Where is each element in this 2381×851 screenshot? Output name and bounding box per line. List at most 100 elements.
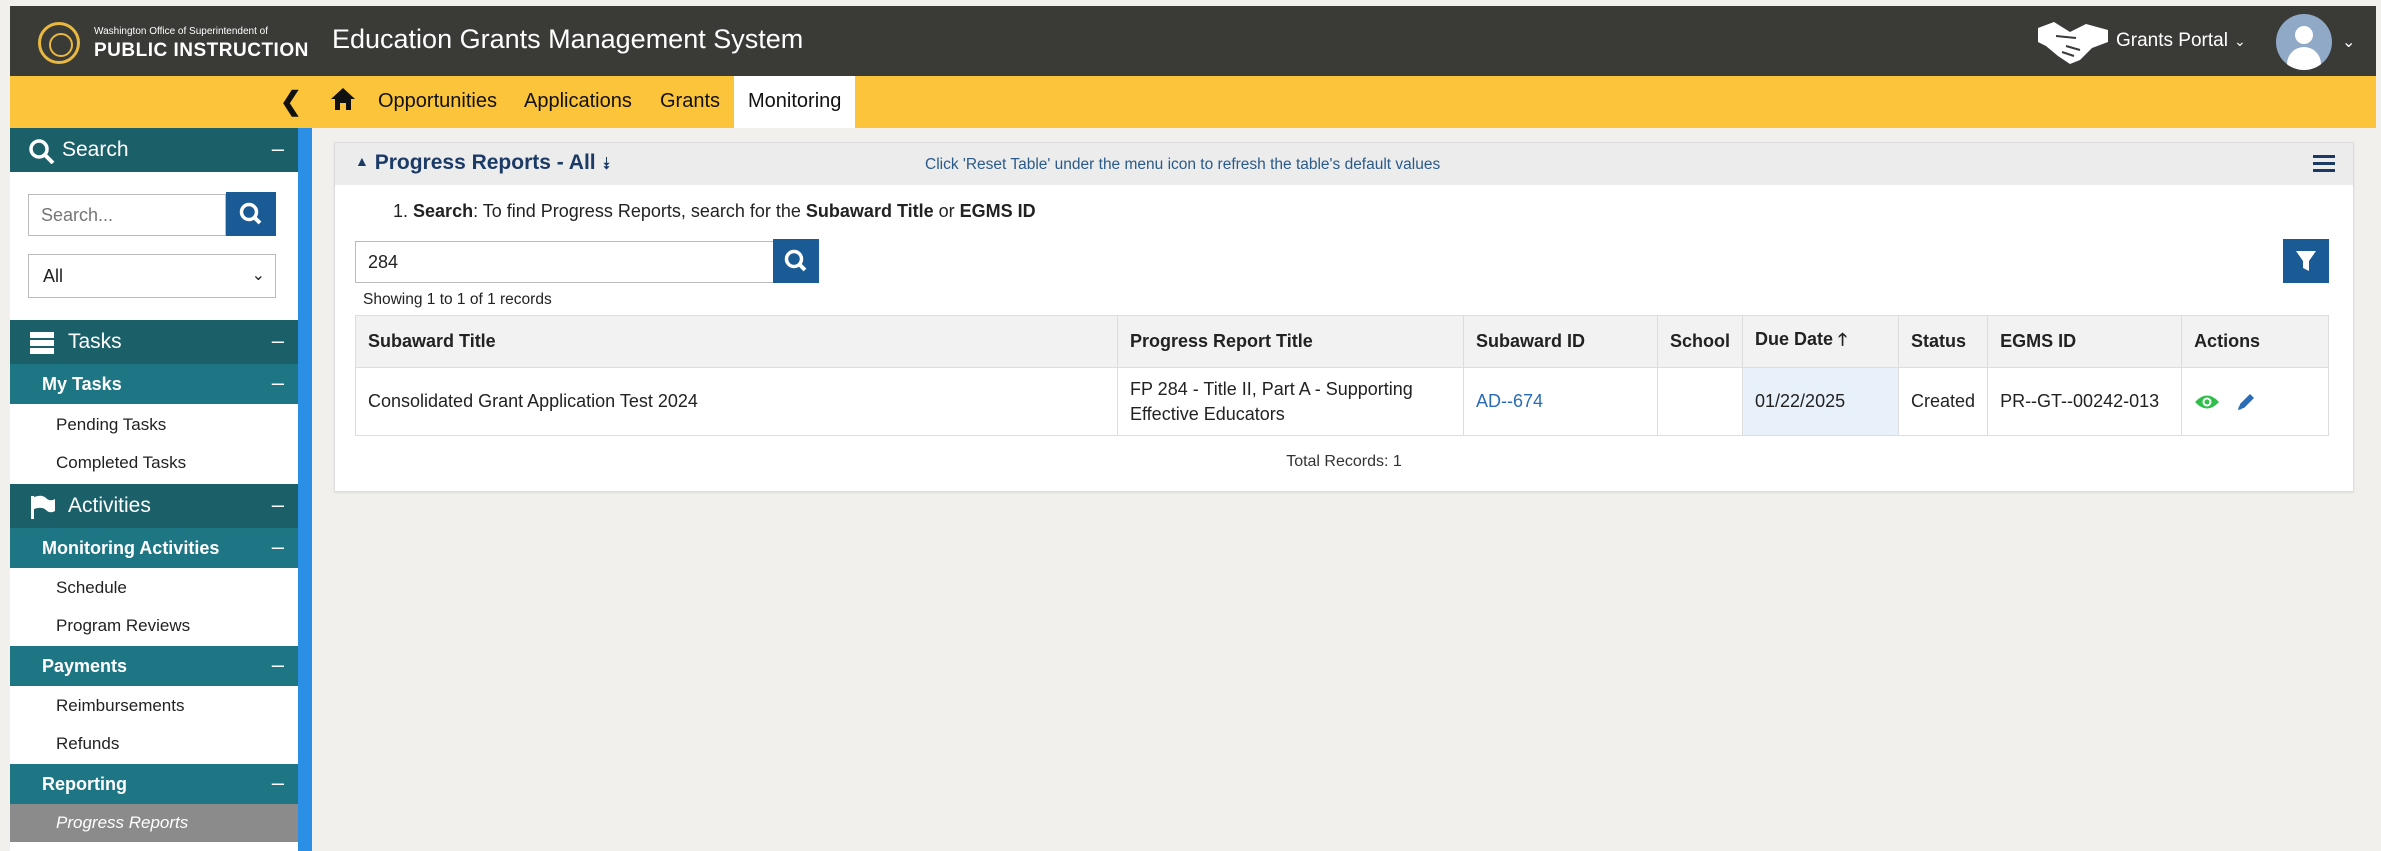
select-value: All bbox=[43, 266, 64, 286]
collapse-section-icon[interactable]: – bbox=[272, 136, 284, 162]
nav-applications[interactable]: Applications bbox=[524, 90, 632, 113]
col-subaward-title[interactable]: Subaward Title bbox=[355, 315, 1118, 368]
col-subaward-id[interactable]: Subaward ID bbox=[1463, 315, 1658, 368]
instruction-search-word: Search bbox=[413, 201, 474, 221]
sidebar-group-reporting[interactable]: Reporting – bbox=[10, 764, 298, 804]
portal-label: Grants Portal bbox=[2116, 30, 2228, 51]
grants-portal-menu[interactable]: Grants Portal ⌄ bbox=[2116, 30, 2246, 52]
sun-logo-icon bbox=[38, 22, 80, 64]
top-header: Washington Office of Superintendent of P… bbox=[10, 6, 2376, 76]
sidebar-item-program-reviews[interactable]: Program Reviews bbox=[56, 616, 190, 636]
sidebar-item-completed-tasks[interactable]: Completed Tasks bbox=[56, 453, 186, 473]
search-icon bbox=[29, 139, 55, 164]
caret-up-icon: ▲ bbox=[355, 153, 369, 169]
table-search-button[interactable] bbox=[773, 239, 819, 283]
cell-actions bbox=[2181, 367, 2329, 436]
sidebar-item-schedule[interactable]: Schedule bbox=[56, 578, 127, 598]
col-actions: Actions bbox=[2181, 315, 2329, 368]
cell-status: Created bbox=[1898, 367, 1989, 436]
sidebar-scope-select[interactable]: All ⌄ bbox=[28, 254, 276, 298]
sidebar-search-button[interactable] bbox=[226, 192, 276, 236]
eye-icon[interactable] bbox=[2194, 393, 2220, 411]
col-status[interactable]: Status bbox=[1898, 315, 1989, 368]
ospi-logo[interactable]: Washington Office of Superintendent of P… bbox=[26, 16, 316, 66]
total-records: Total Records: 1 bbox=[1286, 453, 1402, 470]
sidebar-group-monitoring-activities[interactable]: Monitoring Activities – bbox=[10, 528, 298, 568]
panel-title[interactable]: ▲ Progress Reports - All ⯯ bbox=[355, 151, 612, 175]
section-label: Search bbox=[62, 138, 129, 161]
nav-monitoring[interactable]: Monitoring bbox=[734, 76, 856, 128]
org-big-text: PUBLIC INSTRUCTION bbox=[94, 40, 309, 61]
instruction-or: or bbox=[938, 201, 955, 221]
user-icon-head bbox=[2295, 26, 2313, 44]
hamburger-menu-icon[interactable] bbox=[2313, 155, 2335, 173]
progress-reports-panel: ▲ Progress Reports - All ⯯ Click 'Reset … bbox=[334, 142, 2354, 492]
section-label: Activities bbox=[68, 494, 151, 517]
sidebar-group-payments[interactable]: Payments – bbox=[10, 646, 298, 686]
group-label: Monitoring Activities bbox=[42, 538, 220, 558]
user-avatar[interactable] bbox=[2276, 14, 2332, 70]
sidebar-search-input[interactable] bbox=[28, 194, 226, 236]
sidebar-group-my-tasks[interactable]: My Tasks – bbox=[10, 364, 298, 404]
search-instruction: 1. Search: To find Progress Reports, sea… bbox=[393, 201, 1036, 222]
collapse-section-icon[interactable]: – bbox=[272, 328, 284, 354]
group-label: Reporting bbox=[42, 774, 127, 794]
progress-reports-table: Subaward Title Progress Report Title Sub… bbox=[355, 315, 2329, 436]
cell-progress-report-title: FP 284 - Title II, Part A - Supporting E… bbox=[1117, 367, 1464, 436]
org-small-text: Washington Office of Superintendent of bbox=[94, 26, 268, 37]
collapse-group-icon[interactable]: – bbox=[272, 652, 284, 678]
nav-grants[interactable]: Grants bbox=[660, 90, 720, 113]
panel-header: ▲ Progress Reports - All ⯯ Click 'Reset … bbox=[335, 143, 2353, 185]
main-nav: ❮ Opportunities Applications Grants Moni… bbox=[10, 76, 2376, 128]
search-icon bbox=[784, 249, 807, 272]
nav-opportunities[interactable]: Opportunities bbox=[378, 90, 497, 113]
table-header-row: Subaward Title Progress Report Title Sub… bbox=[355, 315, 2329, 368]
cell-subaward-id: AD--674 bbox=[1463, 367, 1658, 436]
sidebar-section-tasks[interactable]: Tasks – bbox=[10, 320, 298, 364]
group-label: My Tasks bbox=[42, 374, 122, 394]
collapse-sidebar-icon[interactable]: ❮ bbox=[280, 86, 302, 117]
cell-due-date: 01/22/2025 bbox=[1742, 367, 1900, 436]
user-icon-body bbox=[2287, 47, 2321, 70]
sidebar: Search – All ⌄ Tasks – My Tasks – Pendin… bbox=[10, 128, 298, 851]
sidebar-section-activities[interactable]: Activities – bbox=[10, 484, 298, 528]
table-search-input[interactable] bbox=[355, 241, 775, 283]
sidebar-item-reimbursements[interactable]: Reimbursements bbox=[56, 696, 185, 716]
report-title-line2: Effective Educators bbox=[1130, 403, 1285, 424]
user-menu-chevron-icon[interactable]: ⌄ bbox=[2342, 32, 2355, 52]
records-count: Showing 1 to 1 of 1 records bbox=[363, 291, 552, 308]
sidebar-item-refunds[interactable]: Refunds bbox=[56, 734, 119, 754]
app-title: Education Grants Management System bbox=[332, 24, 804, 54]
cell-egms-id: PR--GT--00242-013 bbox=[1987, 367, 2183, 436]
sidebar-section-search[interactable]: Search – bbox=[10, 128, 298, 172]
sidebar-divider bbox=[298, 128, 312, 851]
instruction-term-subaward-title: Subaward Title bbox=[805, 201, 934, 221]
sidebar-item-pending-tasks[interactable]: Pending Tasks bbox=[56, 415, 166, 435]
sidebar-item-progress-reports[interactable]: Progress Reports bbox=[10, 804, 298, 842]
instruction-mid: : To find Progress Reports, search for t… bbox=[473, 201, 801, 221]
table-row: Consolidated Grant Application Test 2024… bbox=[355, 367, 2329, 436]
arrow-up-icon: 🡑 bbox=[1838, 330, 1847, 349]
filter-button[interactable] bbox=[2283, 239, 2329, 283]
col-egms-id[interactable]: EGMS ID bbox=[1987, 315, 2183, 368]
report-title-line1: FP 284 - Title II, Part A - Supporting bbox=[1130, 378, 1413, 399]
col-progress-report-title[interactable]: Progress Report Title bbox=[1117, 315, 1464, 368]
collapse-section-icon[interactable]: – bbox=[272, 492, 284, 518]
chevron-down-icon: ⌄ bbox=[251, 267, 265, 284]
flag-icon bbox=[31, 495, 55, 519]
col-school[interactable]: School bbox=[1656, 315, 1744, 368]
pencil-icon[interactable] bbox=[2235, 391, 2257, 413]
collapse-group-icon[interactable]: – bbox=[272, 534, 284, 560]
subaward-id-link[interactable]: AD--674 bbox=[1476, 391, 1543, 411]
collapse-group-icon[interactable]: – bbox=[272, 770, 284, 796]
col-due-date[interactable]: Due Date 🡑 bbox=[1742, 315, 1900, 368]
double-chevron-down-icon: ⯯ bbox=[601, 154, 612, 173]
search-icon bbox=[239, 202, 262, 225]
instruction-number: 1. bbox=[393, 201, 409, 221]
home-icon[interactable] bbox=[328, 84, 358, 114]
cell-subaward-title: Consolidated Grant Application Test 2024 bbox=[355, 367, 1118, 436]
section-label: Tasks bbox=[68, 330, 122, 353]
group-label: Payments bbox=[42, 656, 128, 676]
collapse-group-icon[interactable]: – bbox=[272, 370, 284, 396]
handshake-icon bbox=[2038, 22, 2108, 64]
